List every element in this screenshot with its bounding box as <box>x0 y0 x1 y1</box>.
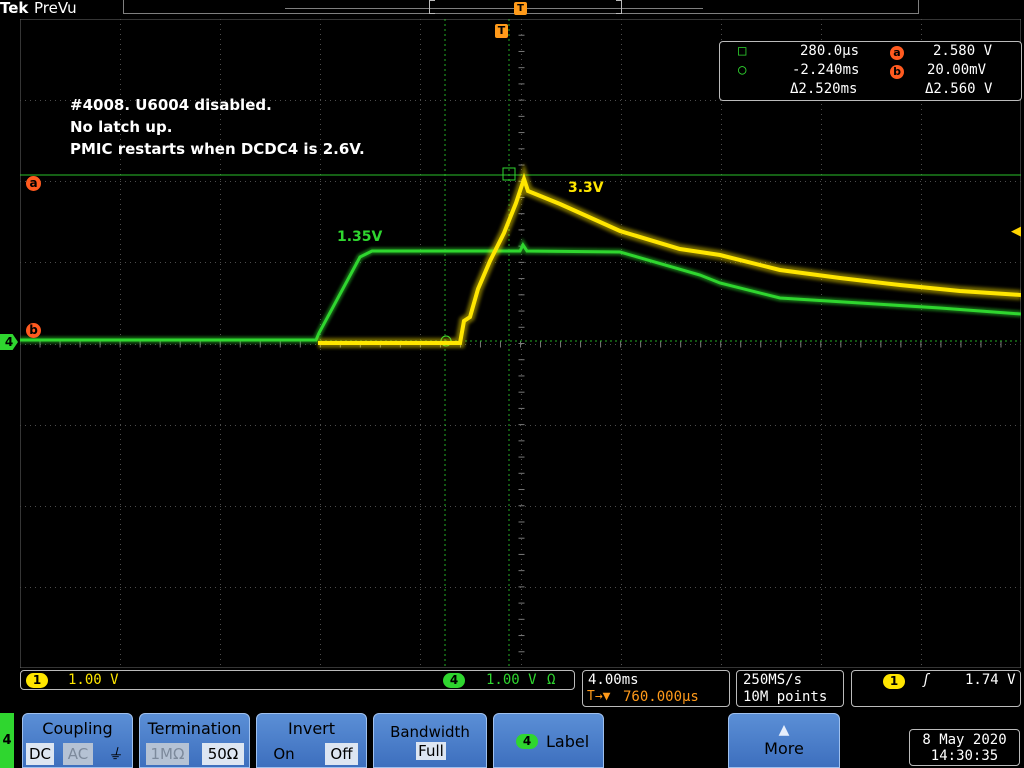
trigger-position-prefix: T→▼ <box>587 689 611 704</box>
record-window-left-bracket <box>429 0 435 14</box>
trigger-slope-icon: ʃ <box>922 672 931 688</box>
cursor-b-volt-badge: b <box>890 63 904 79</box>
cursor-b-time: -2.240ms <box>792 62 860 78</box>
ch4-level-label: 1.35V <box>337 229 383 245</box>
termination-button[interactable]: Termination 1MΩ 50Ω <box>139 713 250 768</box>
label-channel-badge: 4 <box>516 734 538 749</box>
invert-button[interactable]: Invert On Off <box>256 713 367 768</box>
annotation-line-1: #4008. U6004 disabled. <box>70 96 272 114</box>
trigger-level-arrow-icon[interactable]: ◀ <box>1011 224 1021 239</box>
cursor-b-volt: 20.00mV <box>927 62 987 78</box>
waveform-graticule[interactable]: 1.35V 3.3V <box>20 19 1021 668</box>
more-arrow-icon: ▲ <box>778 722 790 738</box>
ref-a-marker[interactable]: a <box>26 176 41 191</box>
ch4-badge[interactable]: 4 <box>443 673 465 688</box>
cursor-readout[interactable]: □ 280.0µs a 2.580 V ○ -2.240ms b 20.00mV… <box>719 41 1022 101</box>
cursor-time-delta: Δ2.520ms <box>790 81 858 97</box>
more-button[interactable]: ▲ More <box>728 713 840 768</box>
invert-on-option[interactable]: On <box>263 743 305 765</box>
bandwidth-title: Bandwidth <box>390 723 470 741</box>
record-length: 10M points <box>743 689 828 705</box>
cursor-a-volt-badge: a <box>890 44 904 60</box>
invert-off-option[interactable]: Off <box>325 743 358 765</box>
ch1-level-label: 3.3V <box>568 180 604 196</box>
time: 14:30:35 <box>930 748 999 764</box>
termination-1m-option[interactable]: 1MΩ <box>146 743 189 765</box>
trigger-position-marker-top[interactable]: T <box>514 2 527 15</box>
sample-rate: 250MS/s <box>743 672 803 688</box>
ch4-scale[interactable]: 1.00 V <box>486 672 537 688</box>
ch4-ground-marker[interactable]: 4 <box>0 334 18 350</box>
date-time-display[interactable]: 8 May 2020 14:30:35 <box>909 729 1020 766</box>
coupling-ac-option[interactable]: AC <box>63 743 93 765</box>
acquisition-mode: PreVu <box>34 0 77 17</box>
trigger-position-marker[interactable]: T <box>495 24 508 38</box>
date: 8 May 2020 <box>922 732 1007 748</box>
more-title: More <box>764 739 804 758</box>
termination-title: Termination <box>147 719 242 738</box>
timebase: 4.00ms <box>588 672 639 688</box>
channel-menu-tab[interactable]: 4 <box>0 713 14 768</box>
invert-title: Invert <box>287 719 336 738</box>
top-bar: Tek PreVu <box>0 0 1024 18</box>
channel-scale-bar[interactable]: 1 1.00 V 4 1.00 V Ω <box>20 670 575 690</box>
cursor-a-volt: 2.580 V <box>933 43 993 59</box>
annotation-line-2: No latch up. <box>70 118 173 136</box>
cursor-a-square-icon: □ <box>738 43 747 59</box>
label-button[interactable]: 4 Label <box>493 713 604 768</box>
brand: Tek PreVu <box>0 0 120 17</box>
record-window-right-bracket <box>616 0 622 14</box>
cursor-a-time: 280.0µs <box>800 43 860 59</box>
horizontal-readout[interactable]: 4.00ms T→▼ 760.000µs <box>582 670 730 707</box>
bandwidth-value: Full <box>416 742 446 760</box>
trigger-source-badge: 1 <box>883 674 905 689</box>
coupling-dc-option[interactable]: DC <box>26 743 54 765</box>
coupling-title: Coupling <box>42 719 113 738</box>
cursor-volt-delta: Δ2.560 V <box>925 81 993 97</box>
label-title: Label <box>546 732 590 751</box>
cursor-b-circle-icon: ○ <box>738 62 747 78</box>
record-bar-track <box>285 8 703 9</box>
coupling-button[interactable]: Coupling DC AC ⏚ <box>22 713 133 768</box>
ch1-scale[interactable]: 1.00 V <box>68 672 119 688</box>
bandwidth-button[interactable]: Bandwidth Full <box>373 713 487 768</box>
termination-50-option[interactable]: 50Ω <box>202 743 244 765</box>
ch1-badge[interactable]: 1 <box>26 673 48 688</box>
trigger-position: 760.000µs <box>623 689 699 705</box>
brand-logo: Tek <box>0 0 29 17</box>
coupling-ground-icon[interactable]: ⏚ <box>101 743 129 765</box>
trigger-level: 1.74 V <box>965 672 1016 688</box>
ref-b-marker[interactable]: b <box>26 323 41 338</box>
trigger-readout[interactable]: 1 ʃ 1.74 V <box>851 670 1021 707</box>
ch4-termination-icon: Ω <box>547 672 556 688</box>
acquisition-readout[interactable]: 250MS/s 10M points <box>736 670 844 707</box>
annotation-line-3: PMIC restarts when DCDC4 is 2.6V. <box>70 140 365 158</box>
